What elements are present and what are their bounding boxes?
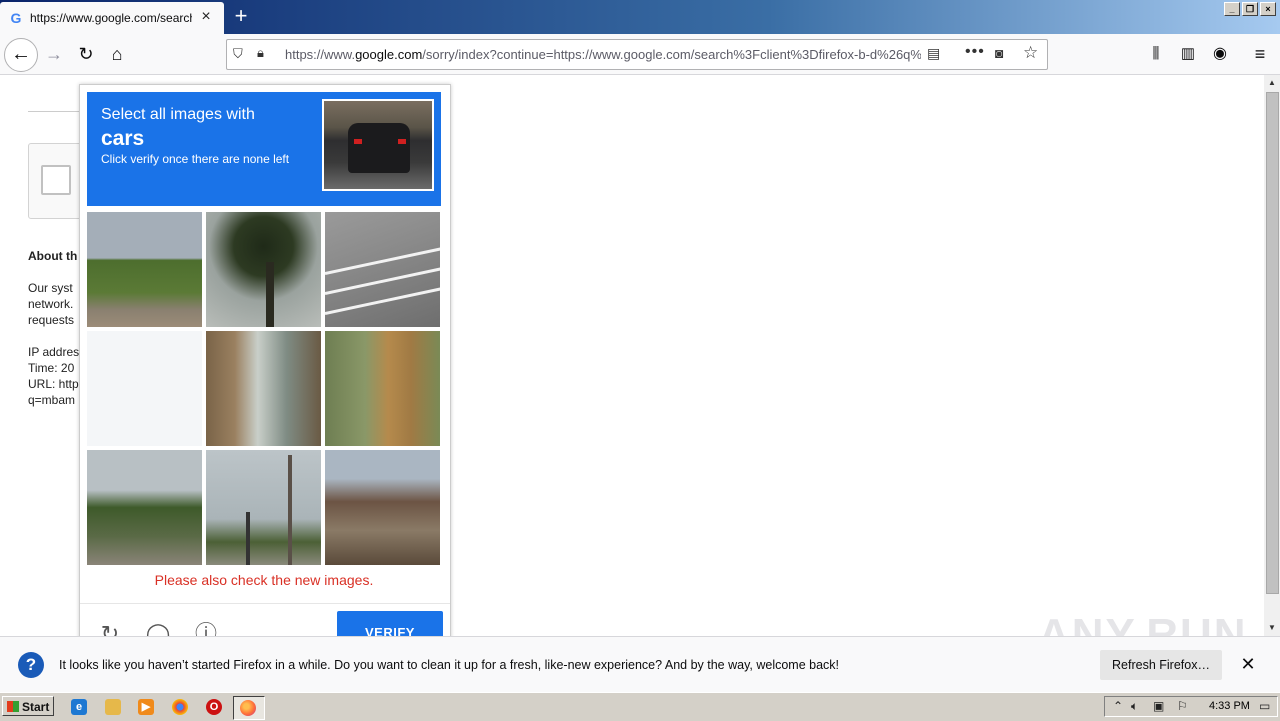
clock[interactable]: 4:33 PM: [1209, 700, 1250, 712]
forward-button[interactable]: →: [40, 40, 68, 68]
tab-close-icon[interactable]: ×: [198, 9, 214, 25]
time-line: Time: 20: [28, 361, 75, 375]
account-icon[interactable]: ◉: [1206, 40, 1234, 68]
sample-car-image: [322, 99, 434, 191]
sidebar-toggle-icon[interactable]: ▥: [1174, 40, 1202, 68]
pocket-icon[interactable]: ◙: [995, 45, 1003, 61]
scroll-thumb[interactable]: [1266, 92, 1279, 594]
bookmark-star-icon[interactable]: ☆: [1023, 43, 1038, 63]
about-heading: About th: [28, 249, 78, 263]
opera-icon[interactable]: O: [206, 699, 222, 715]
image-tile-road-crosswalk[interactable]: [325, 212, 440, 327]
home-button[interactable]: ⌂: [103, 40, 131, 68]
library-icon[interactable]: ⫼: [1142, 40, 1170, 68]
start-label: Start: [22, 700, 50, 714]
refresh-firefox-button[interactable]: Refresh Firefox…: [1100, 650, 1222, 680]
navigation-toolbar: ← → ↻ ⌂ ⛉ 🔒︎ https://www.google.com/sorr…: [0, 34, 1280, 75]
volume-icon[interactable]: 🔈︎: [1131, 699, 1138, 714]
vertical-scrollbar[interactable]: ▲ ▼: [1264, 75, 1280, 636]
recaptcha-challenge-popup: Select all images with cars Click verify…: [79, 84, 451, 646]
tab-title: https://www.google.com/search?c: [30, 11, 192, 25]
media-player-icon[interactable]: ▶: [138, 699, 154, 715]
taskbar-firefox-button[interactable]: [233, 696, 265, 720]
folder-icon[interactable]: [105, 699, 121, 715]
image-tile-blank-loading[interactable]: [87, 331, 202, 446]
scroll-up-arrow-icon[interactable]: ▲: [1264, 75, 1280, 91]
tab-active[interactable]: G https://www.google.com/search?c ×: [0, 2, 224, 34]
challenge-hint: Click verify once there are none left: [101, 152, 290, 166]
tray-expand-icon[interactable]: ⌃: [1113, 699, 1123, 713]
image-tile-hills-with-trees[interactable]: [87, 212, 202, 327]
challenge-instruction: Select all images with: [101, 106, 255, 123]
start-button[interactable]: Start: [2, 696, 54, 716]
firefox-icon: [240, 700, 256, 716]
body-line: network.: [28, 297, 74, 311]
reload-button[interactable]: ↻: [72, 40, 100, 68]
minimize-button[interactable]: _: [1224, 2, 1240, 16]
notification-bar: ? It looks like you haven’t started Fire…: [0, 636, 1280, 693]
challenge-target: cars: [101, 127, 145, 150]
system-tray: ⌃ 🔈︎ ▣ ⚐ 4:33 PM ▭: [1104, 696, 1278, 717]
body-line: requests: [28, 313, 75, 327]
reader-view-icon[interactable]: ▤: [927, 45, 940, 62]
action-center-flag-icon[interactable]: ⚐: [1177, 699, 1188, 713]
windows-logo-icon: [7, 701, 19, 712]
scroll-down-arrow-icon[interactable]: ▼: [1264, 620, 1280, 636]
close-notification-icon[interactable]: ✕: [1238, 654, 1258, 674]
google-favicon-icon: G: [10, 10, 22, 26]
window-close-button[interactable]: ×: [1260, 2, 1276, 16]
notification-message: It looks like you haven’t started Firefo…: [59, 658, 840, 672]
image-grid: [87, 212, 441, 566]
shield-icon[interactable]: ⛉: [233, 46, 243, 62]
body-line: Our syst: [28, 281, 73, 295]
taskbar: Start e ▶ O ⌃ 🔈︎ ▣ ⚐ 4:33 PM ▭: [0, 692, 1280, 721]
url-line: URL: http: [28, 377, 79, 391]
challenge-header: Select all images with cars Click verify…: [87, 92, 441, 206]
recaptcha-checkbox[interactable]: [41, 165, 71, 195]
network-icon[interactable]: ▣: [1153, 699, 1164, 713]
lock-icon[interactable]: 🔒︎: [257, 45, 264, 61]
url-bar[interactable]: ⛉ 🔒︎ https://www.google.com/sorry/index?…: [226, 39, 1048, 70]
hamburger-menu-icon[interactable]: ≡: [1246, 40, 1274, 68]
error-message: Please also check the new images.: [154, 572, 374, 588]
internet-explorer-icon[interactable]: e: [71, 699, 87, 715]
url-text[interactable]: https://www.google.com/sorry/index?conti…: [285, 47, 921, 62]
question-icon: ?: [18, 652, 44, 678]
show-desktop-icon[interactable]: ▭: [1259, 699, 1270, 713]
chrome-icon[interactable]: [172, 699, 188, 715]
image-tile-house-roof[interactable]: [325, 450, 440, 565]
image-tile-fire-hydrant[interactable]: [325, 331, 440, 446]
restore-button[interactable]: ❐: [1242, 2, 1258, 16]
window-controls: _ ❐ ×: [1224, 2, 1276, 16]
ip-address-line: IP addres: [28, 345, 80, 359]
query-line: q=mbam: [28, 393, 76, 407]
new-tab-button[interactable]: +: [228, 4, 254, 30]
image-tile-palm-tree[interactable]: [206, 212, 321, 327]
image-tile-traffic-light-pole[interactable]: [206, 450, 321, 565]
back-button[interactable]: ←: [4, 38, 38, 72]
tab-strip: G https://www.google.com/search?c × + _ …: [0, 0, 1280, 34]
footer-divider: [80, 603, 450, 604]
image-tile-trees-and-dirt[interactable]: [87, 450, 202, 565]
page-actions-more-icon[interactable]: •••: [965, 43, 985, 61]
image-tile-glass-door[interactable]: [206, 331, 321, 446]
